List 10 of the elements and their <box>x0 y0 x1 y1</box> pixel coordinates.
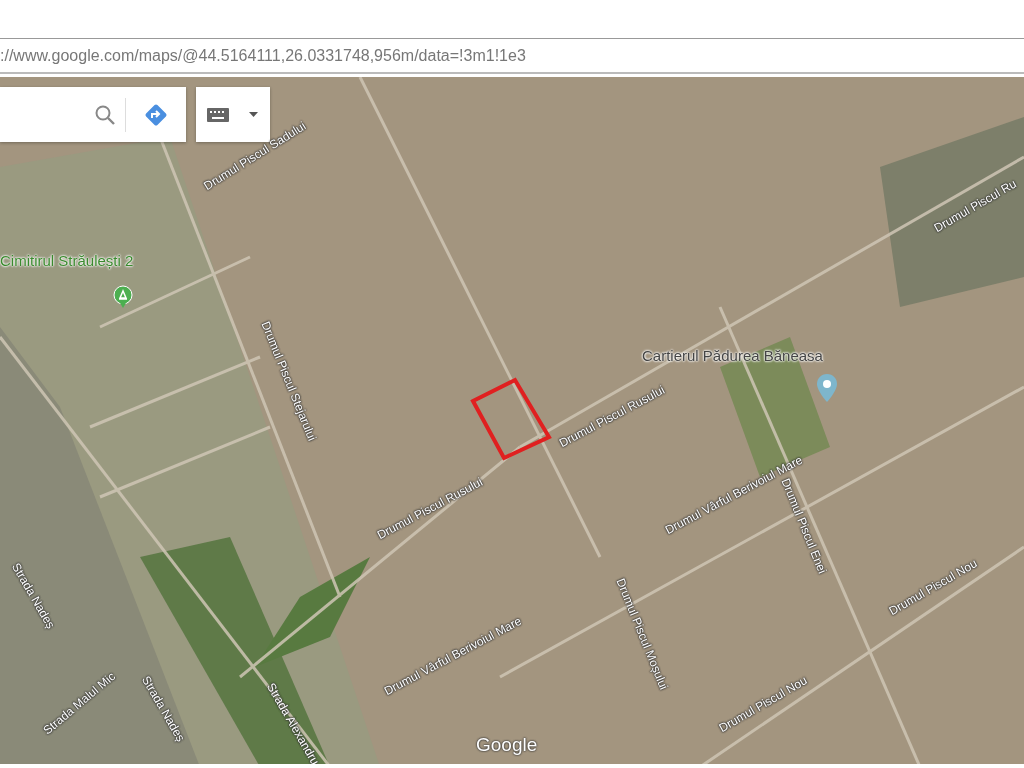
keyboard-icon <box>207 107 229 122</box>
map-attribution: Google <box>476 734 538 756</box>
park-pin-icon <box>113 285 133 309</box>
satellite-map-drawing[interactable] <box>0 77 1024 764</box>
caret-icon <box>248 112 258 117</box>
search-icon <box>94 103 116 126</box>
place-pin-icon <box>816 373 838 403</box>
url-text[interactable]: ://www.google.com/maps/@44.5164111,26.0331748,956m/data=!3m1!1e3 <box>0 46 526 65</box>
park-label: Cimitirul Străulești 2 <box>0 252 134 269</box>
place-label: Cartierul Pădurea Băneasa <box>642 347 823 364</box>
